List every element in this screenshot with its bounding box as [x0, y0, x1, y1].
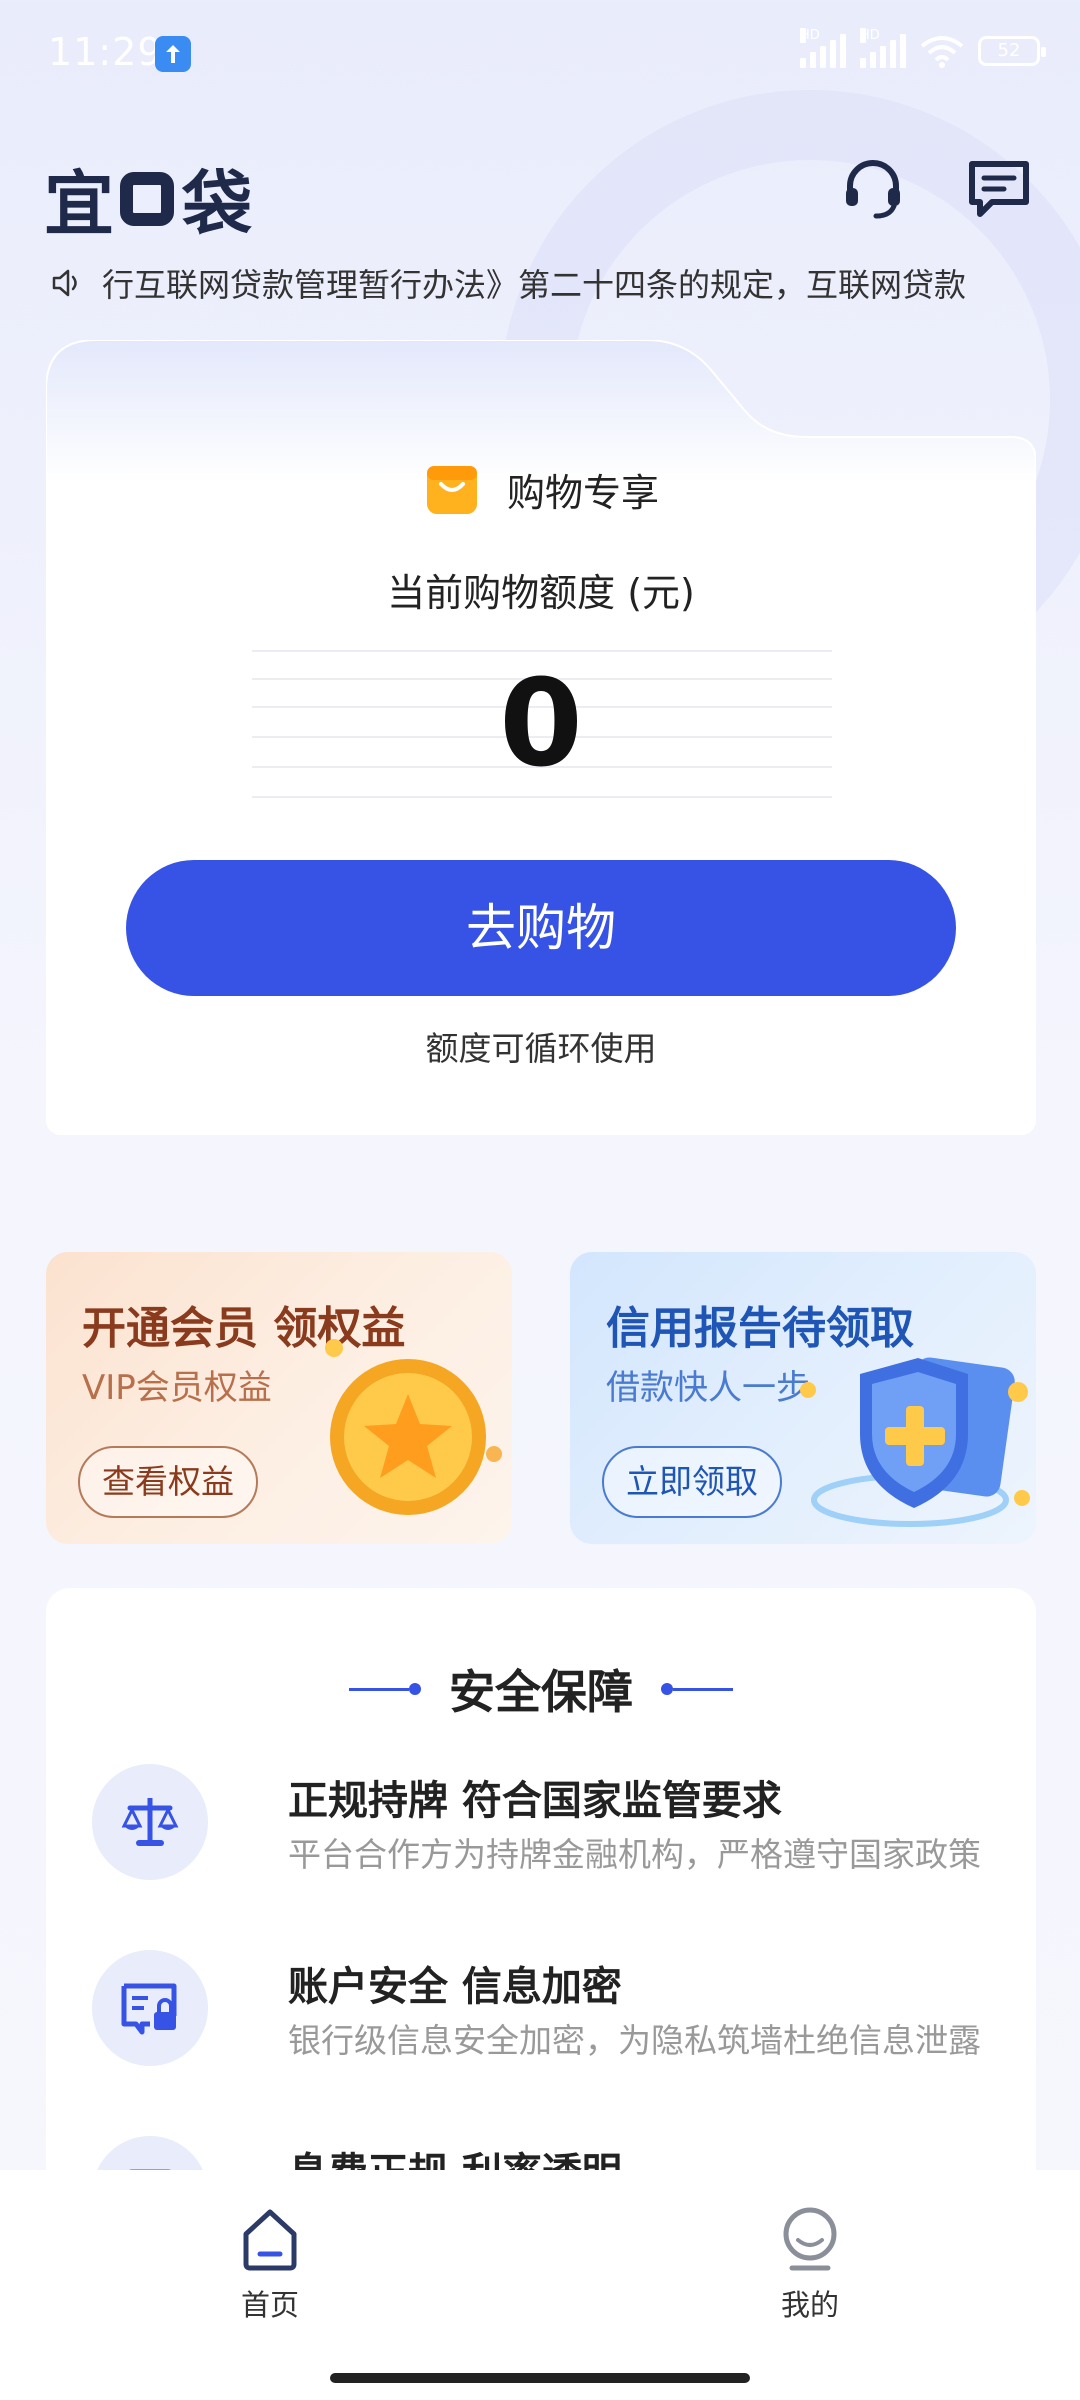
- quota-amount: 0: [499, 655, 583, 794]
- safety-item: 账户安全 信息加密 银行级信息安全加密，为隐私筑墙杜绝信息泄露: [92, 1950, 1012, 2070]
- nav-home-label: 首页: [240, 2288, 299, 2322]
- bottom-navigation: 首页 我的: [0, 2170, 1080, 2400]
- title-decoration: [349, 1683, 421, 1695]
- vip-promo-card[interactable]: 开通会员 领权益 VIP会员权益 查看权益: [46, 1252, 512, 1544]
- signal-icon: HD: [860, 28, 906, 68]
- nav-mine[interactable]: 我的: [730, 2206, 890, 2324]
- status-time: 11:29: [48, 30, 163, 74]
- id-card-lock-icon: [121, 1983, 177, 2035]
- quota-note: 额度可循环使用: [425, 1029, 657, 1068]
- nav-mine-label: 我的: [780, 2288, 839, 2322]
- credit-promo-title: 信用报告待领取: [606, 1303, 914, 1354]
- claim-now-button[interactable]: 立即领取: [602, 1446, 782, 1518]
- vip-promo-subtitle: VIP会员权益: [82, 1368, 272, 1408]
- scale-icon: [121, 1798, 179, 1846]
- quota-card: 购物专享 当前购物额度 (元) 0 去购物 额度可循环使用: [46, 340, 1036, 1135]
- status-bar: 11:29 HD HD 52: [0, 0, 1080, 110]
- credit-report-promo-card[interactable]: 信用报告待领取 借款快人一步 立即领取: [570, 1252, 1036, 1544]
- nav-home[interactable]: 首页: [190, 2206, 350, 2324]
- wifi-icon: [920, 36, 964, 68]
- safety-item-desc: 平台合作方为持牌金融机构，严格遵守国家政策: [288, 1835, 981, 1874]
- shopping-tag: 购物专享: [46, 460, 1036, 518]
- safety-item-desc: 银行级信息安全加密，为隐私筑墙杜绝信息泄露: [288, 2021, 981, 2060]
- shopping-bag-icon: [426, 466, 477, 514]
- status-indicators: HD HD 52: [800, 28, 1046, 68]
- home-indicator: [330, 2373, 750, 2383]
- message-icon[interactable]: [966, 156, 1032, 222]
- app-logo: 宜 袋: [44, 163, 252, 245]
- safety-header: 安全保障: [46, 1656, 1036, 1722]
- gold-coin-icon: [325, 1339, 502, 1515]
- speaker-icon: [52, 269, 77, 297]
- safety-item-title: 账户安全 信息加密: [288, 1964, 622, 2010]
- credit-promo-subtitle: 借款快人一步: [606, 1368, 810, 1408]
- title-decoration: [661, 1683, 733, 1695]
- signal-icon: HD: [800, 28, 846, 68]
- safety-title: 安全保障: [449, 1665, 633, 1719]
- profile-icon: [783, 2207, 837, 2271]
- upload-icon: [155, 36, 191, 72]
- notice-text: 行互联网贷款管理暂行办法》第二十四条的规定，互联网贷款: [102, 266, 967, 304]
- battery-icon: 52: [978, 36, 1046, 66]
- safety-item: 正规持牌 符合国家监管要求 平台合作方为持牌金融机构，严格遵守国家政策: [92, 1764, 1012, 1884]
- safety-item-title: 正规持牌 符合国家监管要求: [288, 1778, 782, 1824]
- home-icon: [243, 2209, 297, 2271]
- shield-icon: [800, 1357, 1030, 1527]
- go-shopping-button[interactable]: 去购物: [126, 860, 956, 996]
- notice-bar[interactable]: 行互联网贷款管理暂行办法》第二十四条的规定，互联网贷款: [50, 258, 1040, 308]
- view-benefits-button[interactable]: 查看权益: [78, 1446, 258, 1518]
- quota-title: 当前购物额度 (元): [387, 571, 695, 615]
- shopping-tag-label: 购物专享: [506, 470, 659, 515]
- headset-icon[interactable]: [840, 156, 906, 222]
